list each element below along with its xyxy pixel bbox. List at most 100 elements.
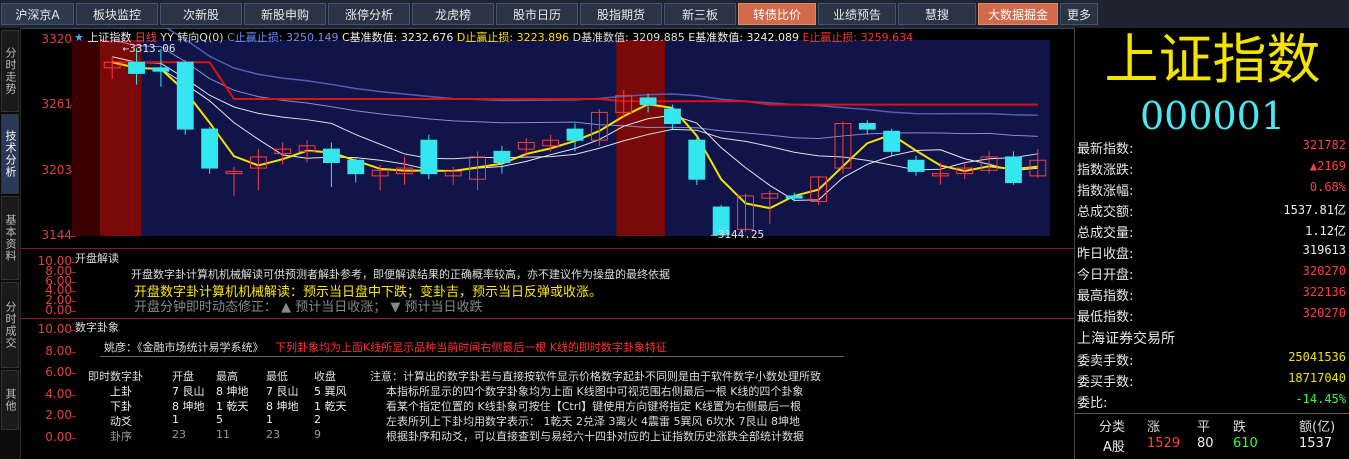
y-tick-label: 6.00 — [45, 365, 72, 380]
panel2-title: 数字卦象 — [75, 321, 119, 334]
tab-6[interactable]: 股市日历 — [496, 3, 578, 25]
tab-8[interactable]: 新三板 — [664, 3, 736, 25]
market-table-cell: 1529 — [1147, 436, 1181, 451]
legend-star-icon: ★ — [74, 31, 84, 44]
market-table-header: 跌 — [1233, 420, 1247, 435]
candlestick-chart[interactable]: ←3313.06—3144.25 — [72, 28, 1072, 248]
table-cell: 下卦 — [110, 400, 132, 413]
y-tick-label: 4.00 — [45, 386, 72, 401]
market-table-header: 分类 — [1099, 420, 1126, 435]
candle-body — [493, 150, 511, 164]
panel1-title: 开盘解读 — [75, 252, 119, 265]
panel1-line1: 开盘数字卦计算机机械解读可供预测者解卦参考，即便解读结果的正确概率较高，亦不建议… — [131, 268, 670, 281]
order-label: 委卖手数: — [1077, 354, 1134, 369]
table-cell: 9 — [314, 428, 321, 441]
divider — [1075, 413, 1349, 414]
tab-7[interactable]: 股指期货 — [580, 3, 662, 25]
table-header-cell: 最低 — [266, 370, 288, 383]
info-row: 指数涨幅: 0.68% — [1075, 180, 1349, 202]
table-cell: 7 艮山 — [266, 385, 299, 398]
divider — [100, 356, 844, 357]
y-tick-mark — [70, 438, 76, 439]
tab-2[interactable]: 次新股 — [160, 3, 242, 25]
y-tick-mark — [70, 394, 76, 396]
order-value: -14.45% — [1295, 392, 1346, 406]
y-tick-label: 0.00 — [45, 303, 72, 317]
left-tab-3[interactable]: 分时成交 — [1, 282, 19, 368]
panel2-source: 姚彦：《金融市场统计易学系统》 下列卦象均为上面K线所显示品种当前时间右侧最后一… — [104, 341, 667, 354]
tab-13[interactable]: 更多 — [1060, 3, 1098, 25]
table-cell: 8 坤地 — [172, 400, 205, 413]
candle-body — [176, 61, 194, 130]
index-info-panel: 上证指数 000001 最新指数: 321782 指数涨跌: ▲2169 指数涨幅: 0.… — [1074, 28, 1349, 459]
y-tick-label: 3261 — [41, 97, 72, 112]
info-value: 1.12亿 — [1305, 224, 1346, 238]
info-value: 321782 — [1302, 138, 1346, 152]
tab-11[interactable]: 慧搜 — [898, 3, 976, 25]
left-tab-1[interactable]: 技术分析 — [1, 114, 19, 194]
order-value: 25041536 — [1288, 350, 1346, 364]
index-code: 000001 — [1139, 94, 1286, 138]
candle-body — [566, 128, 584, 141]
candle-body — [883, 130, 901, 152]
tab-5[interactable]: 龙虎榜 — [412, 3, 494, 25]
info-label: 总成交量: — [1077, 226, 1134, 241]
left-tab-4[interactable]: 其他 — [1, 370, 19, 430]
info-row: 最高指数: 322136 — [1075, 285, 1349, 307]
candle-body — [347, 159, 365, 175]
info-label: 指数涨跌: — [1077, 163, 1134, 178]
candle-body — [639, 97, 657, 106]
candle-body — [201, 128, 219, 169]
info-row: 指数涨跌: ▲2169 — [1075, 159, 1349, 181]
tab-0[interactable]: 沪深京A — [1, 3, 74, 25]
info-row: 最新指数: 321782 — [1075, 138, 1349, 160]
market-table-header: 额(亿) — [1299, 420, 1336, 435]
info-row: 总成交额: 1537.81亿 — [1075, 201, 1349, 223]
order-row: 委卖手数: 25041536 — [1075, 350, 1349, 372]
order-row: 委比: -14.45% — [1075, 392, 1349, 414]
tab-12[interactable]: 大数据掘金 — [978, 3, 1058, 25]
info-value: 1537.81亿 — [1283, 203, 1346, 217]
table-cell: 7 艮山 — [172, 385, 205, 398]
table-cell: 23 — [266, 428, 280, 441]
table-header-cell: 最高 — [216, 370, 238, 383]
order-label: 委比: — [1077, 396, 1108, 411]
tab-10[interactable]: 业绩预告 — [818, 3, 896, 25]
info-row: 总成交量: 1.12亿 — [1075, 222, 1349, 244]
panel-divider — [20, 318, 1074, 319]
index-title: 上证指数 — [1104, 28, 1321, 91]
y-tick-label: 10.00 — [37, 322, 72, 336]
tab-1[interactable]: 板块监控 — [76, 3, 158, 25]
chart-legend: ★ 上证指数 日线 YY 转向Q(0) C止赢止损: 3250.149 C基准数… — [74, 31, 914, 44]
tab-3[interactable]: 新股申购 — [244, 3, 326, 25]
note-line: 根据卦序和动爻，可以直接查到与易经六十四卦对应的上证指数历史涨跌全部统计数据 — [386, 430, 804, 443]
tab-9[interactable]: 转债比价 — [738, 3, 816, 25]
y-tick-mark — [70, 416, 76, 418]
left-zone — [72, 40, 100, 236]
candle-body — [907, 159, 925, 172]
table-cell: 8 坤地 — [216, 385, 249, 398]
table-cell: 23 — [172, 428, 186, 441]
table-cell: 1 — [172, 413, 179, 426]
table-cell: 11 — [216, 428, 230, 441]
left-tab-0[interactable]: 分时走势 — [1, 30, 19, 112]
info-value: 0.68% — [1309, 180, 1346, 194]
candle-body — [688, 139, 706, 180]
table-cell: 上卦 — [110, 385, 132, 398]
y-tick-mark — [70, 351, 76, 353]
table-cell: 5 — [216, 413, 223, 426]
low-mark: —3144.25 — [711, 228, 764, 241]
left-tab-2[interactable]: 基本资料 — [1, 196, 19, 280]
table-cell: 2 — [314, 413, 321, 426]
info-row: 昨日收盘: 319613 — [1075, 243, 1349, 265]
tab-4[interactable]: 涨停分析 — [328, 3, 410, 25]
y-tick-label: 3144 — [41, 228, 72, 242]
panel-divider — [20, 248, 1074, 249]
info-label: 最低指数: — [1077, 310, 1134, 325]
candle-body — [152, 67, 170, 72]
exchange-label: 上海证券交易所 — [1077, 331, 1175, 347]
candle-body — [420, 139, 438, 175]
y-tick-label: 0.00 — [45, 430, 72, 444]
order-value: 18717040 — [1288, 371, 1346, 385]
left-vertical-tabs: 分时走势技术分析基本资料分时成交其他 — [0, 28, 21, 459]
